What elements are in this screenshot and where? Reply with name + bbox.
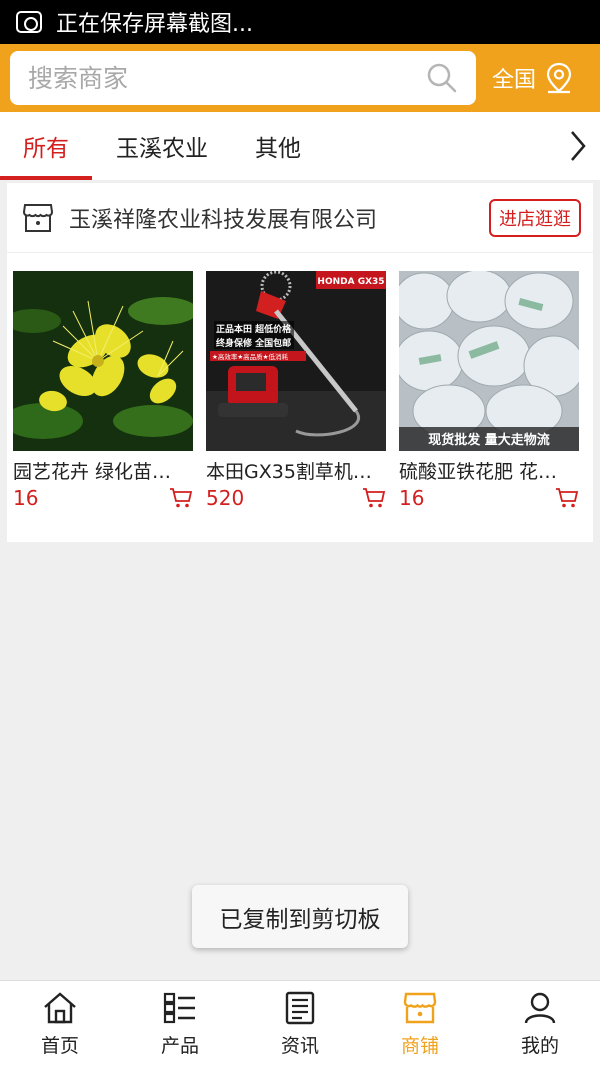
product-image[interactable] xyxy=(13,271,193,451)
shop-name: 玉溪祥隆农业科技发展有限公司 xyxy=(69,207,378,233)
product-list: 园艺花卉 绿化苗… 16 HONDA GX35 正品本田 超低价格 终身保修 全… xyxy=(7,253,593,510)
image-caption: 现货批发 量大走物流 xyxy=(428,432,550,448)
nav-mine[interactable]: 我的 xyxy=(480,981,600,1067)
image-caption-line2: 终身保修 全国包邮 xyxy=(215,337,291,349)
visit-shop-button[interactable]: 进店逛逛 xyxy=(489,198,581,237)
shop-icon xyxy=(403,992,437,1023)
user-icon xyxy=(524,992,556,1023)
shop-card: 玉溪祥隆农业科技发展有限公司 进店逛逛 园艺花卉 绿化苗… 16 HONDA G… xyxy=(7,183,593,542)
trimmer-image: HONDA GX35 正品本田 超低价格 终身保修 全国包邮 ★高效率★高品质★… xyxy=(206,271,386,451)
product-card[interactable]: 现货批发 量大走物流 硫酸亚铁花肥 花… 16 xyxy=(399,271,579,510)
bottom-nav: 首页 产品 资讯 商铺 我的 xyxy=(0,980,600,1067)
image-caption-brand: HONDA GX35 xyxy=(317,277,384,287)
nav-label: 首页 xyxy=(40,1034,79,1057)
screenshot-icon xyxy=(16,11,42,33)
search-box[interactable] xyxy=(10,51,476,105)
product-price: 520 xyxy=(206,486,245,510)
status-bar: 正在保存屏幕截图... xyxy=(0,0,600,44)
search-icon[interactable] xyxy=(426,62,458,94)
search-input[interactable] xyxy=(28,63,408,93)
region-label: 全国 xyxy=(492,68,537,93)
tab-yuxi-agriculture[interactable]: 玉溪农业 xyxy=(92,112,232,180)
toast-text: 已复制到剪切板 xyxy=(219,906,381,933)
tab-label: 其他 xyxy=(255,136,301,162)
nav-label: 产品 xyxy=(160,1034,199,1057)
product-card[interactable]: HONDA GX35 正品本田 超低价格 终身保修 全国包邮 ★高效率★高品质★… xyxy=(206,271,386,510)
tab-label: 玉溪农业 xyxy=(116,136,208,162)
product-price: 16 xyxy=(399,486,425,510)
product-name: 硫酸亚铁花肥 花… xyxy=(399,461,558,483)
nav-shops[interactable]: 商铺 xyxy=(360,981,480,1067)
tab-all[interactable]: 所有 xyxy=(0,112,92,180)
chevron-right-icon[interactable] xyxy=(568,126,588,166)
status-text: 正在保存屏幕截图... xyxy=(56,12,253,37)
flower-image xyxy=(13,271,193,451)
shop-header[interactable]: 玉溪祥隆农业科技发展有限公司 进店逛逛 xyxy=(7,183,593,253)
product-price: 16 xyxy=(13,486,39,510)
region-selector[interactable]: 全国 xyxy=(492,62,574,94)
nav-home[interactable]: 首页 xyxy=(0,981,120,1067)
home-icon xyxy=(44,991,76,1023)
product-card[interactable]: 园艺花卉 绿化苗… 16 xyxy=(13,271,193,510)
cart-icon[interactable] xyxy=(169,487,193,509)
category-tabs: 所有 玉溪农业 其他 xyxy=(0,112,600,180)
product-list-icon xyxy=(163,992,195,1023)
product-image[interactable]: HONDA GX35 正品本田 超低价格 终身保修 全国包邮 ★高效率★高品质★… xyxy=(206,271,386,451)
toast-message: 已复制到剪切板 xyxy=(192,885,408,948)
cart-icon[interactable] xyxy=(362,487,386,509)
image-caption-line3: ★高效率★高品质★低消耗 xyxy=(212,352,288,361)
nav-label: 资讯 xyxy=(280,1034,319,1057)
news-icon xyxy=(285,991,315,1024)
nav-label: 商铺 xyxy=(400,1034,439,1057)
tab-other[interactable]: 其他 xyxy=(232,112,324,180)
nav-label: 我的 xyxy=(520,1034,559,1057)
search-header: 全国 xyxy=(0,44,600,112)
store-icon xyxy=(22,203,54,232)
product-name: 园艺花卉 绿化苗… xyxy=(13,461,172,483)
nav-products[interactable]: 产品 xyxy=(120,981,240,1067)
image-caption-line1: 正品本田 超低价格 xyxy=(216,323,292,335)
tab-label: 所有 xyxy=(23,136,69,162)
nav-news[interactable]: 资讯 xyxy=(240,981,360,1067)
location-pin-icon xyxy=(546,62,572,94)
fertilizer-bags-image: 现货批发 量大走物流 xyxy=(399,271,579,451)
cart-icon[interactable] xyxy=(555,487,579,509)
product-name: 本田GX35割草机… xyxy=(206,461,372,483)
product-image[interactable]: 现货批发 量大走物流 xyxy=(399,271,579,451)
